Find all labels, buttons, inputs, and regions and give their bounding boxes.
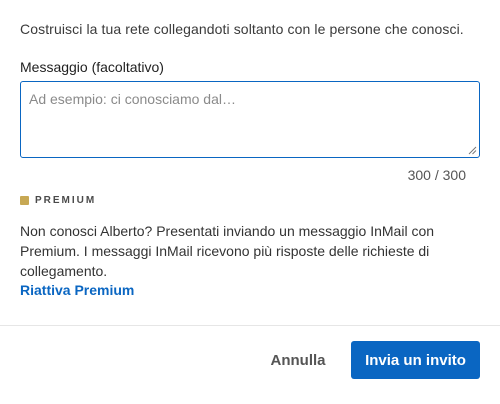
- premium-label: PREMIUM: [35, 195, 97, 206]
- footer-divider: [0, 325, 500, 326]
- message-textarea[interactable]: [21, 82, 479, 157]
- message-label: Messaggio (facoltativo): [20, 59, 164, 75]
- reactivate-premium-link[interactable]: Riattiva Premium: [20, 282, 134, 298]
- message-field-container: [20, 81, 480, 158]
- resize-handle-icon[interactable]: [468, 146, 477, 155]
- premium-header: PREMIUM: [20, 195, 96, 206]
- send-invite-button[interactable]: Invia un invito: [351, 341, 480, 379]
- premium-description: Non conosci Alberto? Presentati inviando…: [20, 223, 435, 279]
- cancel-button[interactable]: Annulla: [258, 342, 338, 378]
- premium-badge-icon: [20, 196, 29, 205]
- intro-text: Costruisci la tua rete collegandoti solt…: [20, 21, 464, 37]
- character-counter: 300 / 300: [407, 167, 466, 183]
